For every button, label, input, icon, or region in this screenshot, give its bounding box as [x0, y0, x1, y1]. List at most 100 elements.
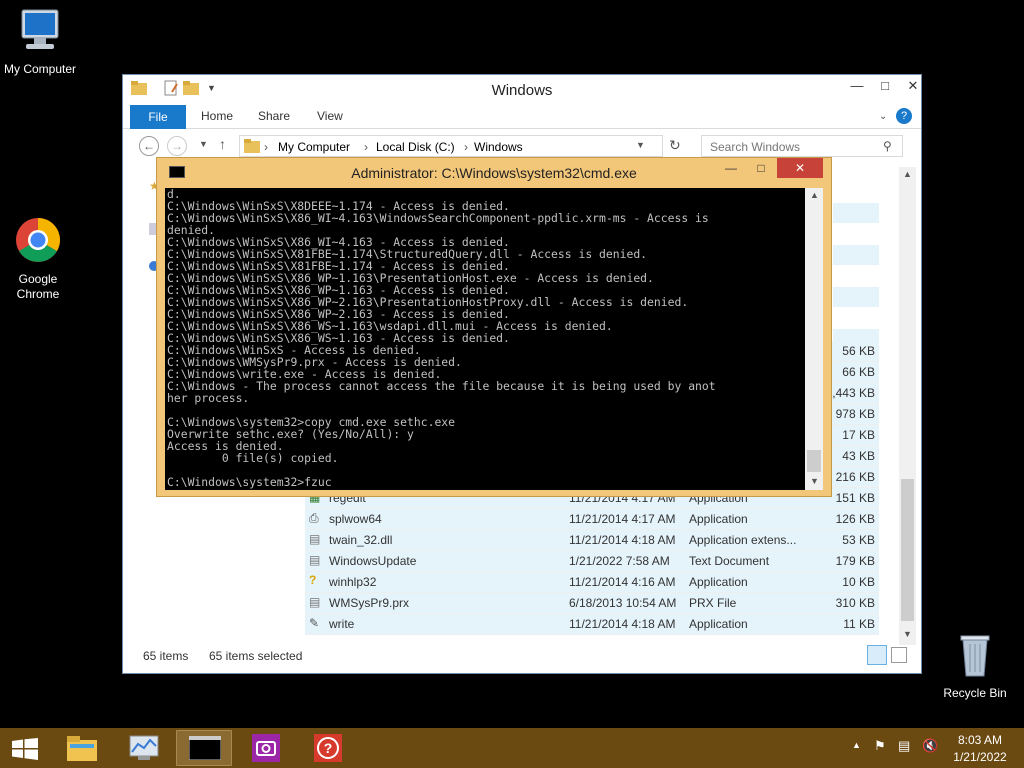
- file-date: 11/21/2014 4:16 AM: [569, 575, 676, 589]
- forward-button[interactable]: →: [167, 136, 187, 156]
- address-dropdown-icon[interactable]: ▼: [636, 140, 645, 150]
- large-icons-view-icon[interactable]: [891, 647, 907, 663]
- scroll-up-icon[interactable]: ▲: [903, 169, 912, 179]
- file-type: Application: [689, 575, 748, 589]
- breadcrumb-separator: ›: [464, 140, 468, 154]
- action-center-flag-icon[interactable]: ⚑: [874, 738, 886, 754]
- taskbar-file-explorer[interactable]: [54, 730, 110, 766]
- explorer-titlebar[interactable]: ▼ Windows — □ ✕: [123, 75, 921, 105]
- details-view-icon[interactable]: [867, 645, 887, 665]
- help-icon[interactable]: ?: [896, 108, 912, 124]
- desktop-icon-my-computer[interactable]: My Computer: [0, 8, 80, 77]
- file-list-hidden-area: [833, 201, 879, 345]
- close-button[interactable]: ✕: [899, 77, 927, 95]
- table-row[interactable]: ? winhlp32 11/21/2014 4:16 AM Applicatio…: [305, 572, 879, 593]
- file-type: Text Document: [689, 554, 770, 568]
- camera-icon: [252, 734, 280, 762]
- file-size: 126 KB: [835, 512, 875, 526]
- table-row[interactable]: ▤ WindowsUpdate 1/21/2022 7:58 AM Text D…: [305, 551, 879, 572]
- item-count: 65 items: [143, 649, 189, 663]
- cmd-scrollbar[interactable]: ▲ ▼: [805, 188, 823, 490]
- chrome-icon: [16, 218, 60, 262]
- cmd-minimize-button[interactable]: —: [717, 158, 745, 178]
- recycle-bin-icon: [960, 635, 990, 677]
- taskbar: ? ▲ ⚑ ▤ 🔇 8:03 AM 1/21/2022: [0, 728, 1024, 768]
- file-name: winhlp32: [329, 575, 377, 589]
- file-size: 66 KB: [842, 365, 875, 379]
- table-row[interactable]: [833, 287, 879, 307]
- table-row[interactable]: ▤ WMSysPr9.prx 6/18/2013 10:54 AM PRX Fi…: [305, 593, 879, 614]
- table-row[interactable]: ⎙ splwow64 11/21/2014 4:17 AM Applicatio…: [305, 509, 879, 530]
- volume-muted-icon[interactable]: 🔇: [922, 738, 938, 754]
- file-size: 11 KB: [843, 617, 875, 631]
- network-icon[interactable]: ▤: [898, 738, 910, 754]
- breadcrumb-local-disk[interactable]: Local Disk (C:): [376, 140, 455, 154]
- cmd-maximize-button[interactable]: □: [747, 158, 775, 178]
- monitor-chart-icon: [129, 735, 159, 760]
- desktop-icon-recycle-bin[interactable]: Recycle Bin: [935, 630, 1015, 701]
- window-title: Windows: [491, 82, 553, 99]
- scroll-up-icon[interactable]: ▲: [810, 190, 819, 200]
- table-row[interactable]: ▤ twain_32.dll 11/21/2014 4:18 AM Applic…: [305, 530, 879, 551]
- taskbar-camera-app[interactable]: [238, 730, 294, 766]
- file-date: 1/21/2022 7:58 AM: [569, 554, 670, 568]
- taskbar-help-app[interactable]: ?: [300, 730, 356, 766]
- svg-text:?: ?: [324, 740, 333, 756]
- breadcrumb-separator: ›: [264, 140, 268, 154]
- taskbar-performance-app[interactable]: [116, 730, 172, 766]
- address-field[interactable]: › My Computer › Local Disk (C:) › Window…: [239, 135, 663, 157]
- cmd-close-button[interactable]: ✕: [777, 158, 823, 178]
- file-explorer-icon: [67, 736, 97, 761]
- taskbar-cmd[interactable]: [176, 730, 232, 766]
- file-size: 978 KB: [835, 407, 875, 421]
- console-line: C:\Windows\system32>fzuc: [167, 475, 332, 489]
- search-input[interactable]: Search Windows: [701, 135, 903, 157]
- table-row[interactable]: [833, 203, 879, 223]
- tab-share[interactable]: Share: [258, 109, 290, 123]
- breadcrumb-windows[interactable]: Windows: [474, 140, 523, 154]
- file-name: write: [329, 617, 355, 631]
- taskbar-clock[interactable]: 8:03 AM 1/21/2022: [948, 732, 1012, 766]
- back-button[interactable]: ←: [139, 136, 159, 156]
- tab-file[interactable]: File: [130, 105, 186, 129]
- maximize-button[interactable]: □: [871, 77, 899, 95]
- clock-date: 1/21/2022: [953, 750, 1007, 764]
- console-line: her process.: [167, 391, 250, 405]
- file-type: Application: [689, 617, 748, 631]
- scrollbar-thumb[interactable]: [807, 450, 821, 472]
- file-list-scrollbar[interactable]: ▲ ▼: [899, 167, 916, 645]
- tab-view[interactable]: View: [317, 109, 343, 123]
- search-icon[interactable]: ⚲: [883, 139, 892, 153]
- table-row[interactable]: [833, 245, 879, 265]
- ribbon-tabs: File Home Share View ⌄ ?: [123, 105, 921, 129]
- scroll-down-icon[interactable]: ▼: [903, 629, 912, 639]
- computer-icon: [21, 9, 59, 49]
- minimize-button[interactable]: —: [843, 77, 871, 95]
- cmd-console-output[interactable]: d. C:\Windows\WinSxS\X8DEEE~1.174 - Acces…: [165, 188, 805, 490]
- scrollbar-thumb[interactable]: [901, 479, 914, 621]
- start-button[interactable]: [12, 738, 38, 760]
- text-document-icon: ▤: [309, 553, 321, 567]
- desktop-icon-label: My Computer: [3, 62, 77, 76]
- file-size: 56 KB: [842, 344, 875, 358]
- file-type: PRX File: [689, 596, 737, 610]
- ribbon-expand-icon[interactable]: ⌄: [879, 111, 887, 122]
- show-hidden-icons[interactable]: ▲: [852, 740, 861, 750]
- selected-count: 65 items selected: [209, 649, 303, 663]
- file-name: WindowsUpdate: [329, 554, 417, 568]
- scroll-down-icon[interactable]: ▼: [810, 476, 819, 486]
- cmd-icon: [189, 736, 221, 760]
- refresh-icon[interactable]: ↻: [669, 137, 681, 154]
- breadcrumb-my-computer[interactable]: My Computer: [278, 140, 350, 154]
- folder-icon: [244, 139, 260, 153]
- file-name: splwow64: [329, 512, 382, 526]
- breadcrumb-separator: ›: [364, 140, 368, 154]
- tab-home[interactable]: Home: [201, 109, 233, 123]
- file-type: Application: [689, 512, 748, 526]
- file-size: 216 KB: [835, 470, 875, 484]
- up-button[interactable]: ↑: [219, 136, 226, 152]
- table-row[interactable]: ✎ write 11/21/2014 4:18 AM Application 1…: [305, 614, 879, 635]
- cmd-window[interactable]: Administrator: C:\Windows\system32\cmd.e…: [156, 157, 832, 497]
- desktop-icon-google-chrome[interactable]: Google Chrome: [0, 216, 78, 302]
- recent-locations-dropdown[interactable]: ▼: [199, 139, 208, 149]
